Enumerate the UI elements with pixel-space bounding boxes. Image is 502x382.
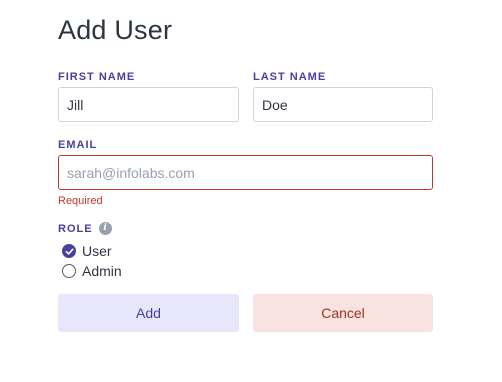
email-field[interactable] <box>58 155 433 190</box>
info-icon[interactable]: i <box>98 222 112 235</box>
role-option-admin-label: Admin <box>82 263 122 279</box>
radio-checked-icon[interactable] <box>62 244 76 258</box>
add-button[interactable]: Add <box>58 294 239 332</box>
radio-unchecked-icon[interactable] <box>62 264 76 278</box>
page-title: Add User <box>58 15 173 45</box>
role-header: ROLE i <box>58 222 112 235</box>
last-name-field[interactable] <box>253 87 433 122</box>
cancel-button[interactable]: Cancel <box>253 294 433 332</box>
role-option-admin[interactable]: Admin <box>62 263 122 279</box>
role-option-user[interactable]: User <box>62 243 112 259</box>
role-option-user-label: User <box>82 243 112 259</box>
last-name-label: LAST NAME <box>253 71 327 83</box>
add-user-form: Add User FIRST NAME LAST NAME EMAIL Requ… <box>0 0 502 382</box>
first-name-label: FIRST NAME <box>58 71 136 83</box>
email-error-message: Required <box>58 195 103 207</box>
role-label: ROLE <box>58 222 93 235</box>
first-name-field[interactable] <box>58 87 239 122</box>
email-label: EMAIL <box>58 139 98 151</box>
